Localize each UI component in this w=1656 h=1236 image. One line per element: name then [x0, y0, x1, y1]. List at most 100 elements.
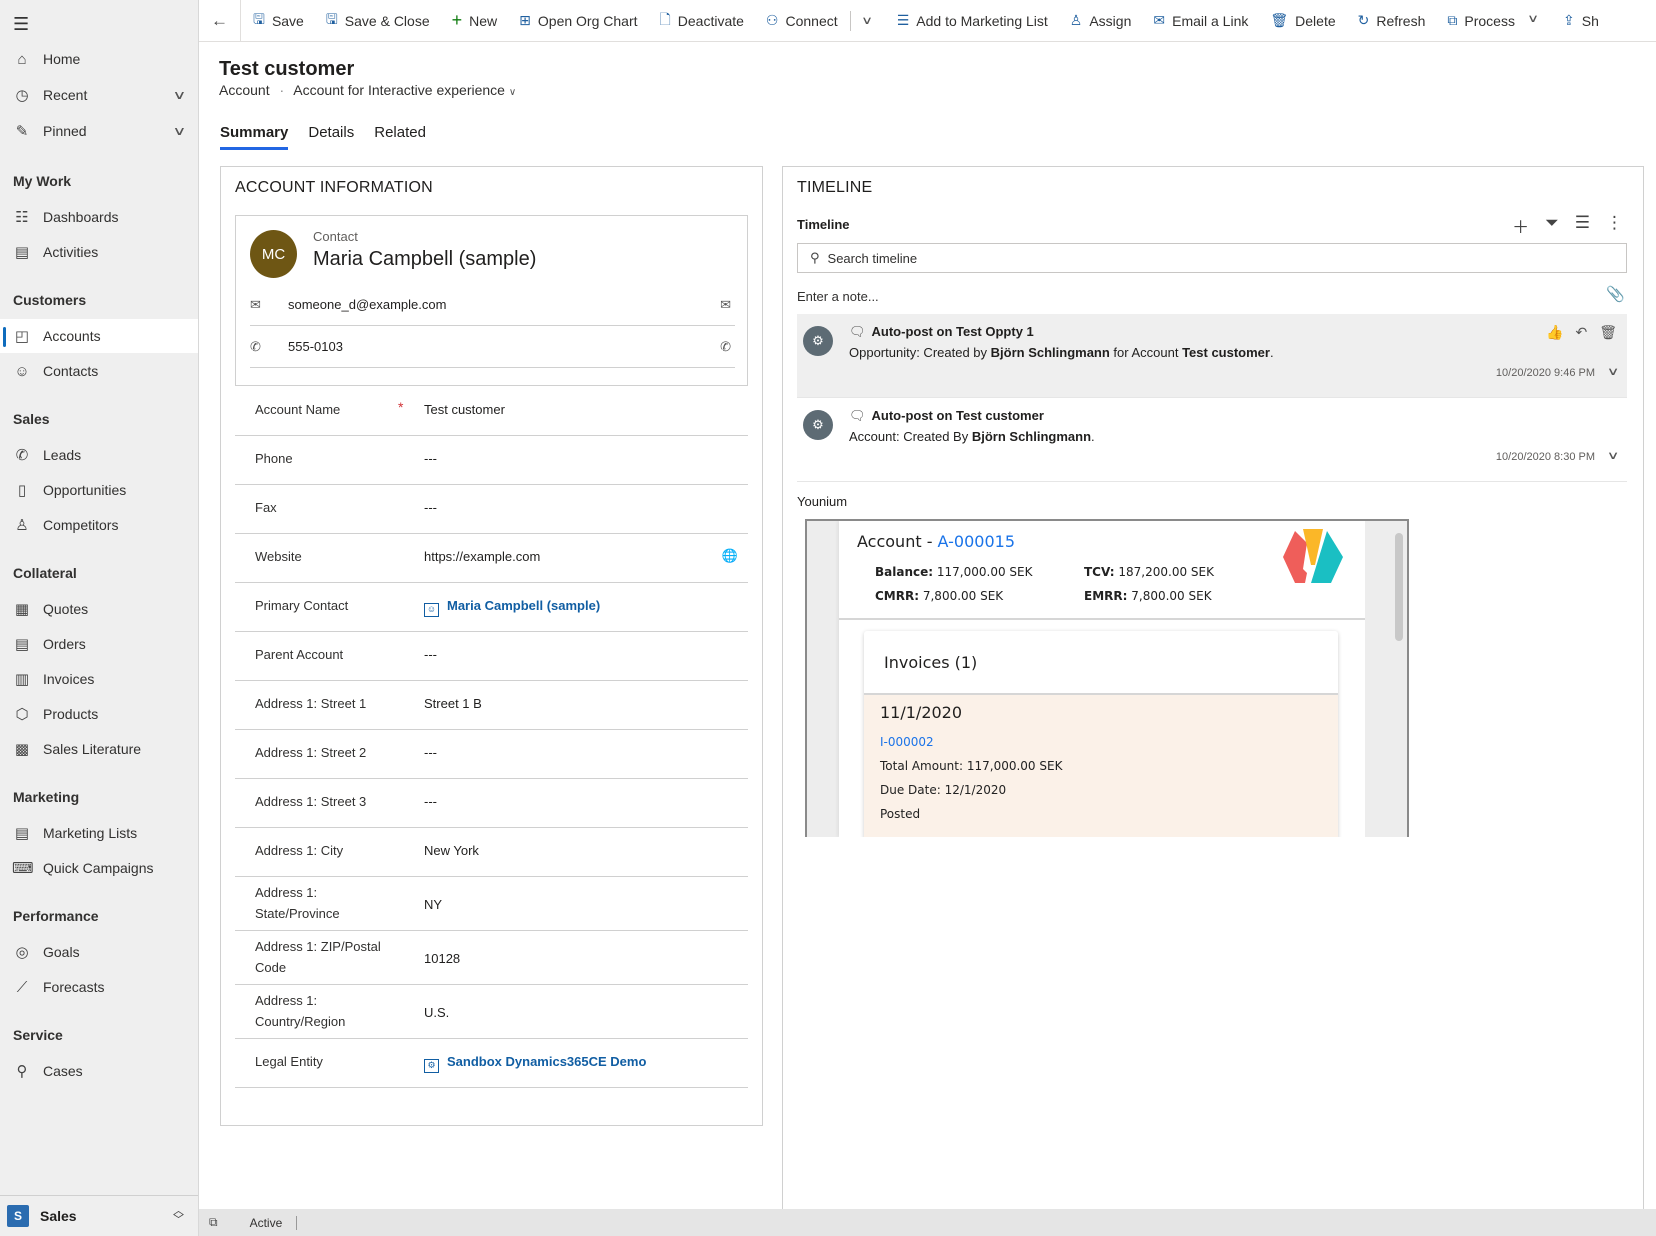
sidebar-item-contacts[interactable]: ☺ Contacts [0, 354, 198, 388]
timeline-post[interactable]: ⚙ 🗨 Auto-post on Test Oppty 1 Opportunity: … [797, 314, 1627, 398]
younium-iframe: Account - A-000015 Balance: 117,000.00 S… [805, 519, 1409, 837]
open-in-new-window-icon[interactable]: ⧉ [209, 1215, 218, 1230]
globe-icon[interactable]: 🌐 [722, 548, 738, 564]
delete-button[interactable]: 🗑 Delete [1270, 12, 1335, 29]
field-value[interactable]: Test customer [424, 402, 505, 417]
email-a-link-button[interactable]: ✉ Email a Link [1153, 12, 1248, 29]
sidebar-item-accounts[interactable]: ◰ Accounts [0, 319, 198, 353]
field-value[interactable]: --- [424, 451, 437, 466]
field-value[interactable]: --- [424, 745, 437, 760]
auto-post-icon: 🗨 [849, 324, 866, 339]
iframe-scrollbar[interactable] [1395, 533, 1403, 641]
tab-summary[interactable]: Summary [220, 124, 289, 150]
tab-related[interactable]: Related [374, 124, 426, 150]
share-button[interactable]: ⇪ Sh [1563, 12, 1599, 29]
contact-name[interactable]: Maria Campbell (sample) [313, 248, 536, 271]
form-selector[interactable]: Account for Interactive experience ∨ [293, 82, 516, 98]
save-close-button[interactable]: 🖫 Save & Close [326, 9, 430, 33]
field-value[interactable]: New York [424, 843, 479, 858]
command-label: Delete [1295, 12, 1336, 29]
expand-chevron-icon[interactable]: ∨ [1607, 449, 1620, 462]
bot-avatar-icon: ⚙ [803, 410, 833, 440]
post-text: Opportunity: Created by [849, 345, 991, 360]
field-value[interactable]: NY [424, 897, 442, 912]
sidebar-item-quick-campaigns[interactable]: ⌨ Quick Campaigns [0, 851, 198, 885]
sidebar-item-marketing-lists[interactable]: ▤ Marketing Lists [0, 816, 198, 850]
open-org-chart-button[interactable]: ⊞ Open Org Chart [519, 9, 637, 33]
field-label: Parent Account [255, 647, 344, 662]
sidebar-group-title: Sales [13, 411, 50, 427]
tab-details[interactable]: Details [308, 124, 354, 150]
paperclip-icon[interactable]: 📎 [1606, 285, 1625, 303]
field-value[interactable]: ☺ Maria Campbell (sample) [424, 598, 600, 617]
sidebar-item-opportunities[interactable]: ▯ Opportunities [0, 473, 198, 507]
sidebar-item-recent[interactable]: ◷ Recent ∨ [0, 78, 198, 112]
chevron-down-icon[interactable]: ∨ [173, 124, 187, 138]
sidebar-item-pinned[interactable]: ✎ Pinned ∨ [0, 114, 198, 148]
sidebar-item-dashboards[interactable]: ☷ Dashboards [0, 200, 198, 234]
more-commands-chevron[interactable]: ∨ [861, 14, 873, 27]
timeline-search-input[interactable]: ⚲ Search timeline [797, 243, 1627, 273]
younium-content: Account - A-000015 Balance: 117,000.00 S… [839, 521, 1365, 837]
sidebar-item-orders[interactable]: ▤ Orders [0, 627, 198, 661]
sidebar-item-leads[interactable]: ✆ Leads [0, 438, 198, 472]
connect-button[interactable]: ⚇ Connect [766, 9, 838, 33]
refresh-button[interactable]: ↻ Refresh [1358, 12, 1426, 29]
list-sort-icon[interactable]: ☰ [1575, 213, 1590, 238]
like-icon[interactable]: 👍 [1546, 324, 1563, 341]
call-icon[interactable]: ✆ [720, 339, 731, 355]
sidebar-item-label: Marketing Lists [43, 825, 138, 841]
younium-account-link[interactable]: A-000015 [938, 532, 1015, 551]
back-button[interactable]: ← [199, 0, 241, 41]
reply-icon[interactable]: ↶ [1575, 324, 1587, 341]
filter-icon[interactable]: ⏷ [1545, 213, 1559, 238]
sidebar-item-quotes[interactable]: ▦ Quotes [0, 592, 198, 626]
field-value[interactable]: --- [424, 647, 437, 662]
assign-button[interactable]: ♙ Assign [1070, 12, 1132, 29]
new-button[interactable]: + New [452, 9, 498, 33]
timeline-post[interactable]: ⚙ 🗨 Auto-post on Test customer Account: Cre… [797, 398, 1627, 482]
post-text: . [1091, 429, 1095, 444]
add-to-marketing-list-button[interactable]: ☰ Add to Marketing List [897, 12, 1048, 29]
add-list-icon: ☰ [896, 12, 910, 28]
area-switcher[interactable]: S Sales ︿ ﹀ [0, 1195, 198, 1236]
field-value[interactable]: --- [424, 794, 437, 809]
account-prefix: Account - [857, 532, 938, 551]
invoice-date: 11/1/2020 [880, 703, 963, 722]
field-address-1-state-province: Address 1: State/Province NY [235, 877, 748, 931]
sidebar-item-activities[interactable]: ▤ Activities [0, 235, 198, 269]
more-options-icon[interactable]: ⋮ [1606, 213, 1623, 238]
contact-email[interactable]: someone_d@example.com [288, 297, 446, 312]
sidebar-item-cases[interactable]: ⚲ Cases [0, 1054, 198, 1088]
sidebar-item-home[interactable]: ⌂ Home [0, 42, 198, 76]
opportunity-icon: ▯ [17, 482, 27, 499]
process-button[interactable]: ⧉ Process [1447, 12, 1515, 29]
field-value[interactable]: ⚙ Sandbox Dynamics365CE Demo [424, 1054, 646, 1073]
field-value[interactable]: U.S. [424, 1005, 449, 1020]
sidebar-item-forecasts[interactable]: ⟋ Forecasts [0, 970, 198, 1004]
note-input[interactable]: Enter a note... [797, 289, 879, 304]
sidebar-group-title: Customers [13, 292, 87, 308]
field-value[interactable]: --- [424, 500, 437, 515]
sidebar-item-sales-literature[interactable]: ▩ Sales Literature [0, 732, 198, 766]
sidebar-item-products[interactable]: ⬡ Products [0, 697, 198, 731]
hamburger-menu-icon[interactable]: ☰ [13, 14, 29, 35]
sidebar-item-goals[interactable]: ◎ Goals [0, 935, 198, 969]
invoice-link[interactable]: I-000002 [880, 735, 934, 749]
expand-chevron-icon[interactable]: ∨ [1607, 365, 1620, 378]
save-button[interactable]: 🖫 Save [253, 9, 304, 33]
field-value[interactable]: https://example.com [424, 549, 540, 564]
contact-phone[interactable]: 555-0103 [288, 339, 343, 354]
send-email-icon[interactable]: ✉ [720, 297, 731, 313]
field-value[interactable]: Street 1 B [424, 696, 482, 711]
process-chevron-icon[interactable]: ∨ [1527, 12, 1539, 29]
deactivate-button[interactable]: 🗋 Deactivate [660, 9, 744, 33]
sidebar-item-competitors[interactable]: ♙ Competitors [0, 508, 198, 542]
field-value-text: --- [424, 745, 437, 760]
add-icon[interactable]: ＋ [1512, 213, 1529, 238]
sidebar-item-invoices[interactable]: ▥ Invoices [0, 662, 198, 696]
field-value[interactable]: 10128 [424, 951, 460, 966]
chevron-down-icon[interactable]: ∨ [173, 88, 187, 102]
delete-icon[interactable]: 🗑 [1599, 324, 1617, 341]
timeline-section: TIMELINE Timeline ＋ ⏷ ☰ ⋮ ⚲ Search timel… [782, 166, 1644, 1216]
